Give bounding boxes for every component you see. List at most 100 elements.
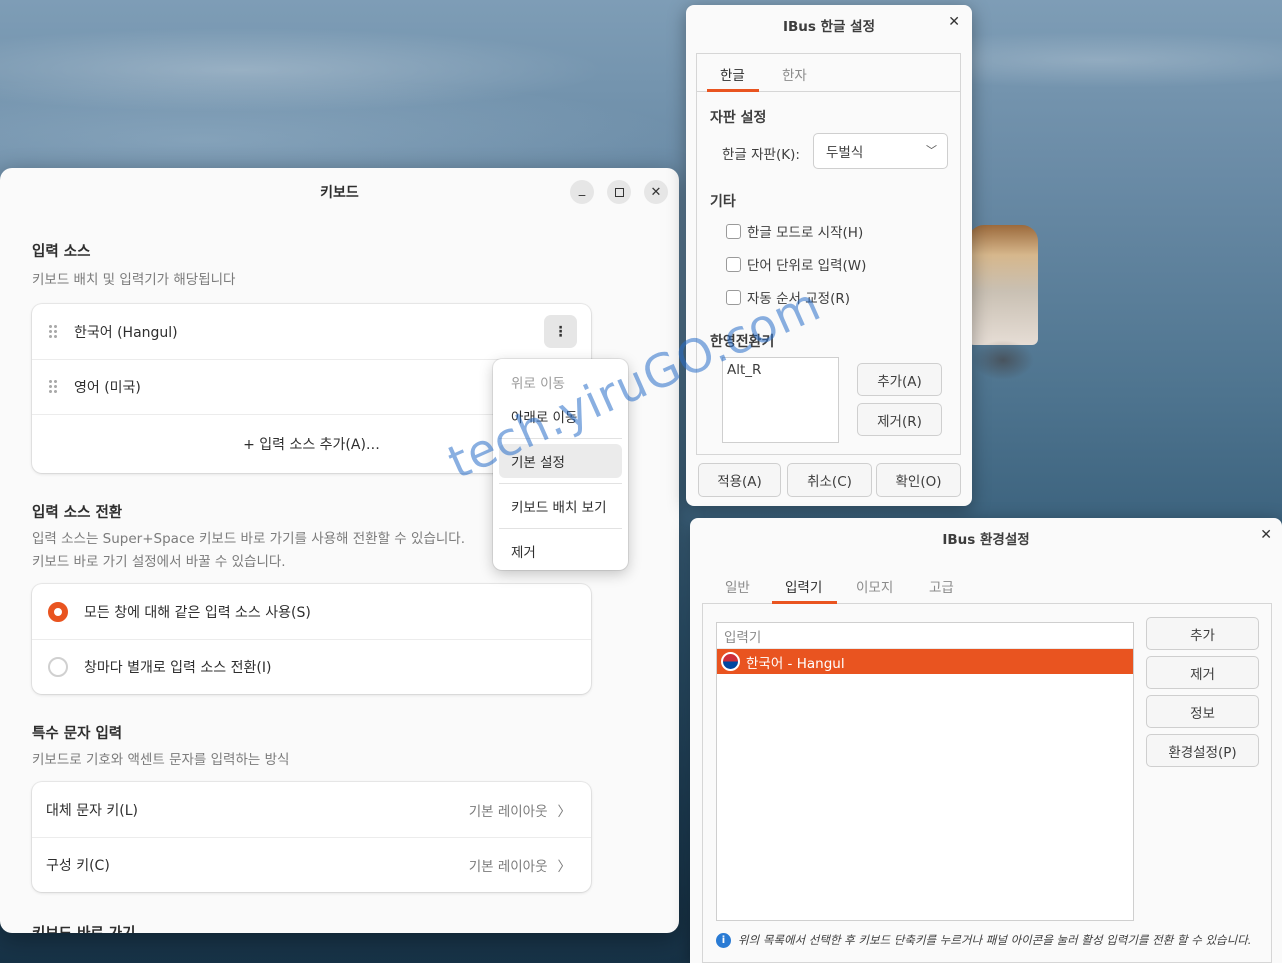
checkbox-label: 자동 순서 교정(R) <box>747 291 851 307</box>
menu-separator <box>499 483 622 484</box>
input-sources-subtitle: 키보드 배치 및 입력기가 해당됩니다 <box>32 272 236 288</box>
ibus-preferences-window: IBus 환경설정 ✕ 일반 입력기 이모지 고급 입력기 한국어 - Hang… <box>690 518 1282 963</box>
close-icon: ✕ <box>1260 527 1272 543</box>
special-chars-subtitle: 키보드로 기호와 액센트 문자를 입력하는 방식 <box>32 752 290 768</box>
close-icon: ✕ <box>948 14 960 30</box>
tab-hangul[interactable]: 한글 <box>720 64 745 84</box>
add-button[interactable]: 추가 <box>1146 617 1259 650</box>
minimize-button[interactable]: _ <box>570 180 594 204</box>
apply-button[interactable]: 적용(A) <box>698 463 781 497</box>
layout-combo-value: 두벌식 <box>826 145 864 161</box>
row-value: 기본 레이아웃 〉 <box>469 800 571 820</box>
toggle-key-item[interactable]: Alt_R <box>727 362 834 378</box>
radio-label: 모든 창에 대해 같은 입력 소스 사용(S) <box>84 604 311 621</box>
close-button[interactable]: ✕ <box>948 14 960 30</box>
info-icon: i <box>716 932 731 948</box>
row-value-text: 기본 레이아웃 <box>468 803 548 820</box>
input-method-page: 입력기 한국어 - Hangul 추가 제거 정보 환경설정(P) i 위의 목… <box>702 604 1272 963</box>
background-rock <box>968 225 1038 345</box>
preferences-button[interactable]: 환경설정(P) <box>1146 734 1259 767</box>
chevron-right-icon: 〉 <box>557 803 572 820</box>
drag-handle-icon[interactable] <box>48 323 58 340</box>
input-source-menu-button[interactable]: ⋮ <box>544 315 577 348</box>
radio-per-window[interactable]: 창마다 별개로 입력 소스 전환(I) <box>32 639 591 694</box>
toggle-key-list[interactable]: Alt_R <box>722 357 839 443</box>
ok-button[interactable]: 확인(O) <box>876 463 961 497</box>
radio-label: 창마다 별개로 입력 소스 전환(I) <box>84 660 272 676</box>
minimize-icon: _ <box>578 181 586 197</box>
switching-options: 모든 창에 대해 같은 입력 소스 사용(S) 창마다 별개로 입력 소스 전환… <box>32 584 591 694</box>
input-source-context-menu: 위로 이동 아래로 이동 기본 설정 키보드 배치 보기 제거 <box>493 359 628 570</box>
tab-bar: 일반 입력기 이모지 고급 <box>702 566 1272 604</box>
input-source-row[interactable]: 한국어 (Hangul) ⋮ <box>32 304 591 359</box>
checkbox-start-hangul[interactable]: 한글 모드로 시작(H) <box>726 221 863 241</box>
checkbox[interactable] <box>726 223 741 239</box>
menu-separator <box>499 438 622 439</box>
more-vertical-icon: ⋮ <box>553 323 568 340</box>
close-button[interactable]: ✕ <box>644 180 668 204</box>
toggle-key-remove-button[interactable]: 제거(R) <box>857 403 942 436</box>
info-text: 위의 목록에서 선택한 후 키보드 단축키를 누르거나 패널 아이콘을 눌러 활… <box>738 933 1252 947</box>
maximize-button[interactable] <box>607 180 631 204</box>
window-header: 키보드 _ ✕ <box>0 168 679 214</box>
checkbox-auto-reorder[interactable]: 자동 순서 교정(R) <box>726 287 850 307</box>
misc-group-title: 기타 <box>710 194 736 210</box>
chevron-down-icon: ﹀ <box>926 144 937 157</box>
input-method-label: 한국어 - Hangul <box>746 655 845 672</box>
checkbox-label: 한글 모드로 시작(H) <box>747 225 864 241</box>
cancel-button[interactable]: 취소(C) <box>787 463 872 497</box>
tab-hanja[interactable]: 한자 <box>782 64 807 84</box>
remove-button[interactable]: 제거 <box>1146 656 1259 689</box>
radio-button[interactable] <box>48 657 68 677</box>
keyboard-settings-content: 입력 소스 키보드 배치 및 입력기가 해당됩니다 한국어 (Hangul) ⋮… <box>0 214 679 933</box>
radio-same-source[interactable]: 모든 창에 대해 같은 입력 소스 사용(S) <box>32 584 591 639</box>
alternate-chars-key-row[interactable]: 대체 문자 키(L) 기본 레이아웃 〉 <box>32 782 591 837</box>
row-value-text: 기본 레이아웃 <box>468 859 548 875</box>
tab-advanced[interactable]: 고급 <box>929 576 954 596</box>
active-tab-indicator <box>707 89 759 92</box>
row-label: 구성 키(C) <box>46 858 110 874</box>
tab-bar: 한글 한자 <box>697 54 960 92</box>
dialog-title: IBus 한글 설정 <box>782 19 876 35</box>
menu-item-move-down[interactable]: 아래로 이동 <box>499 399 622 433</box>
input-method-item-selected[interactable]: 한국어 - Hangul <box>717 649 1133 674</box>
compose-key-row[interactable]: 구성 키(C) 기본 레이아웃 〉 <box>32 837 591 892</box>
hangul-notebook: 한글 한자 자판 설정 한글 자판(K): 두벌식 ﹀ 기타 한글 모드로 시작… <box>696 53 961 455</box>
menu-separator <box>499 528 622 529</box>
drag-handle-icon[interactable] <box>48 379 58 395</box>
dialog-title: IBus 환경설정 <box>942 532 1030 548</box>
tab-general[interactable]: 일반 <box>725 576 750 596</box>
add-input-source-label: + 입력 소스 추가(A)… <box>243 437 380 453</box>
layout-label: 한글 자판(K): <box>722 147 800 163</box>
close-icon: ✕ <box>650 184 662 200</box>
tab-input-method[interactable]: 입력기 <box>785 576 822 596</box>
input-source-label: 한국어 (Hangul) <box>74 324 178 341</box>
layout-combo[interactable]: 두벌식 ﹀ <box>813 133 948 169</box>
row-value: 기본 레이아웃 〉 <box>469 855 571 875</box>
about-button[interactable]: 정보 <box>1146 695 1259 728</box>
info-message: i 위의 목록에서 선택한 후 키보드 단축키를 누르거나 패널 아이콘을 눌러… <box>716 932 1251 948</box>
special-chars-title: 특수 문자 입력 <box>32 726 123 742</box>
menu-item-view-layout[interactable]: 키보드 배치 보기 <box>499 489 622 523</box>
korean-flag-icon <box>721 652 740 671</box>
menu-item-preferences[interactable]: 기본 설정 <box>499 444 622 478</box>
menu-item-remove[interactable]: 제거 <box>499 534 622 568</box>
checkbox[interactable] <box>726 289 741 305</box>
layout-group-title: 자판 설정 <box>710 110 767 126</box>
toggle-key-group-title: 한영전환키 <box>710 334 775 350</box>
list-header: 입력기 <box>717 623 1133 649</box>
input-source-label: 영어 (미국) <box>74 380 141 396</box>
checkbox-label: 단어 단위로 입력(W) <box>747 258 867 274</box>
row-label: 대체 문자 키(L) <box>46 802 139 819</box>
radio-button-selected[interactable] <box>48 601 68 622</box>
close-button[interactable]: ✕ <box>1260 527 1272 543</box>
tab-emoji[interactable]: 이모지 <box>856 576 893 596</box>
special-chars-list: 대체 문자 키(L) 기본 레이아웃 〉 구성 키(C) 기본 레이아웃 〉 <box>32 782 591 892</box>
menu-item-move-up[interactable]: 위로 이동 <box>499 365 622 399</box>
input-method-list[interactable]: 입력기 한국어 - Hangul <box>716 622 1134 921</box>
checkbox-word-commit[interactable]: 단어 단위로 입력(W) <box>726 254 866 274</box>
toggle-key-add-button[interactable]: 추가(A) <box>857 363 942 396</box>
background-rock-reflection <box>972 340 1034 380</box>
checkbox[interactable] <box>726 256 741 272</box>
maximize-icon <box>614 187 624 197</box>
